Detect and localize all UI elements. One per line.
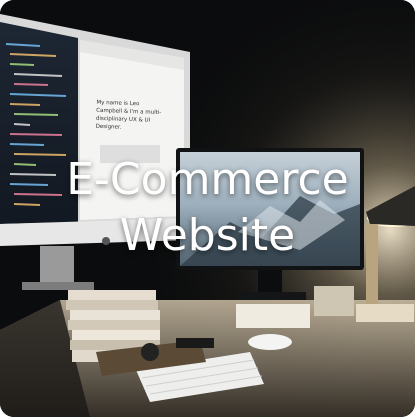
left-screen-text: My name is Leo Campbell & I'm a multi-di… xyxy=(95,99,162,131)
card-title: E-Commerce Website xyxy=(0,152,415,264)
left-screen-headline: My name is Leo Campbell & I'm a multi-di… xyxy=(95,99,166,133)
card-title-line-1: E-Commerce xyxy=(66,154,349,205)
card-title-line-2: Website xyxy=(119,210,296,261)
project-card[interactable]: My name is Leo Campbell & I'm a multi-di… xyxy=(0,0,415,417)
